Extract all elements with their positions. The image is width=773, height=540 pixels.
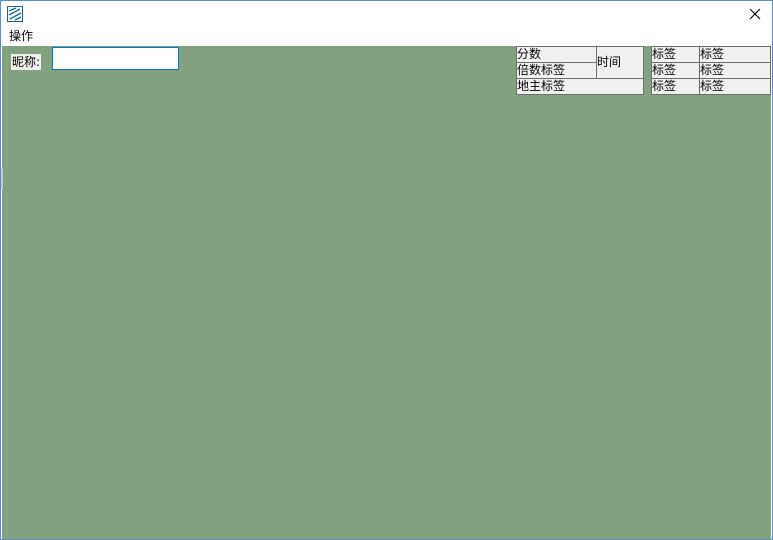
tag-label: 标签 — [699, 46, 771, 63]
tag-label: 标签 — [651, 46, 700, 63]
app-icon — [7, 6, 23, 22]
tag-label: 标签 — [699, 78, 771, 95]
window-edge-mark — [1, 169, 3, 189]
close-button[interactable] — [738, 1, 772, 27]
menu-item-operate[interactable]: 操作 — [9, 29, 33, 44]
score-label: 分数 — [516, 46, 597, 63]
client-area: 昵称: 分数 倍数标签 时间 地主标签 标签 标签 标签 标签 标签 标签 — [2, 46, 771, 539]
close-icon — [749, 8, 761, 20]
time-label: 时间 — [596, 46, 644, 79]
tag-label: 标签 — [699, 62, 771, 79]
nickname-input[interactable] — [52, 47, 179, 70]
menu-bar: 操作 — [1, 27, 772, 46]
tag-label: 标签 — [651, 62, 700, 79]
title-bar — [1, 1, 772, 27]
app-window: 操作 昵称: 分数 倍数标签 时间 地主标签 标签 标签 标签 标签 标签 标签 — [0, 0, 773, 540]
nickname-label: 昵称: — [11, 54, 42, 70]
landlord-label: 地主标签 — [516, 78, 644, 95]
multiplier-label: 倍数标签 — [516, 62, 597, 79]
tag-label: 标签 — [651, 78, 700, 95]
